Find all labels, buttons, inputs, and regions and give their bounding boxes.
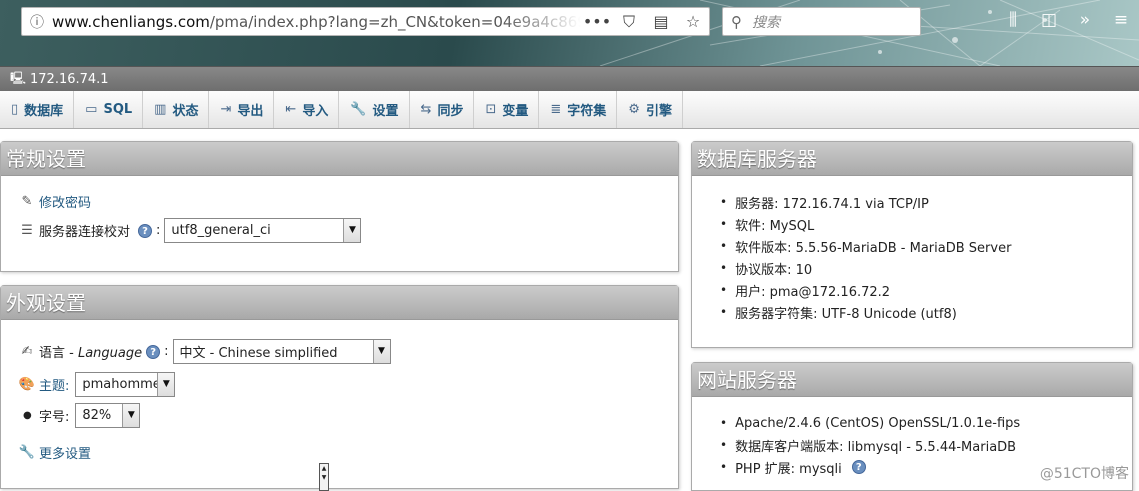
general-settings-panel: 常规设置 ✎ 修改密码 ☰ 服务器连接校对 ? : utf8_general_c… <box>0 141 679 272</box>
database-server-title: 数据库服务器 <box>692 142 1132 176</box>
menu-icon[interactable]: ≡ <box>1103 10 1139 30</box>
address-bar[interactable]: ⓘ www.chenliangs.com/pma/index.php?lang=… <box>21 7 710 36</box>
resize-handle[interactable]: ▲ ▼ <box>319 463 329 491</box>
collation-icon: ☰ <box>21 223 33 238</box>
status-icon: ▥ <box>154 102 167 117</box>
database-icon: ▯ <box>11 102 19 117</box>
list-item: Apache/2.4.6 (CentOS) OpenSSL/1.0.1e-fip… <box>720 412 1020 434</box>
language-select[interactable]: 中文 - Chinese simplified ▼ <box>172 339 391 364</box>
theme-link[interactable]: 主题: <box>39 375 69 394</box>
database-server-info-list: 服务器: 172.16.74.1 via TCP/IP 软件: MySQL 软件… <box>720 191 1011 323</box>
tab-engines[interactable]: ⚙ 引擎 <box>617 91 683 128</box>
watermark: @51CTO博客 <box>1039 466 1129 482</box>
chevron-down-icon: ▼ <box>157 373 175 396</box>
server-breadcrumb: 🖳 172.16.74.1 <box>0 66 1139 91</box>
theme-select[interactable]: pmahomme ▼ <box>75 372 176 397</box>
list-item: 协议版本: 10 <box>720 257 1011 279</box>
tab-charsets[interactable]: ≣ 字符集 <box>539 91 618 128</box>
list-item: 软件: MySQL <box>720 213 1011 235</box>
bullet-icon: ● <box>23 410 32 421</box>
search-icon: ⚲ <box>731 12 742 31</box>
sql-icon: ▭ <box>85 102 98 117</box>
page-icon[interactable]: ▤ <box>645 12 677 31</box>
list-item: 软件版本: 5.5.56-MariaDB - MariaDB Server <box>720 235 1011 257</box>
appearance-settings-title: 外观设置 <box>1 286 678 320</box>
tab-settings[interactable]: 🔧 设置 <box>339 91 410 128</box>
web-server-info-list: Apache/2.4.6 (CentOS) OpenSSL/1.0.1e-fip… <box>720 412 1020 478</box>
help-icon[interactable]: ? <box>138 223 153 238</box>
password-icon: ✎ <box>21 194 33 209</box>
info-icon[interactable]: ⓘ <box>22 12 52 32</box>
library-icon[interactable]: ⫼ <box>995 10 1031 30</box>
collation-label: 服务器连接校对 <box>39 225 131 240</box>
change-password-link[interactable]: 修改密码 <box>39 192 91 211</box>
chevron-down-icon: ▼ <box>372 340 390 363</box>
tab-sql[interactable]: ▭ SQL <box>74 91 144 128</box>
url-text[interactable]: www.chenliangs.com/pma/index.php?lang=zh… <box>52 13 581 31</box>
engine-icon: ⚙ <box>628 102 640 117</box>
pocket-icon[interactable]: ⛉ <box>613 12 645 32</box>
theme-palette-icon: 🎨 <box>18 377 36 392</box>
server-link[interactable]: 172.16.74.1 <box>30 72 109 87</box>
help-icon[interactable]: ? <box>146 344 161 359</box>
more-icon[interactable]: ••• <box>581 12 613 31</box>
export-icon: ⇥ <box>220 102 232 117</box>
bookmark-star-icon[interactable]: ☆ <box>677 12 709 31</box>
list-item: 用户: pma@172.16.72.2 <box>720 279 1011 301</box>
database-server-panel: 数据库服务器 服务器: 172.16.74.1 via TCP/IP 软件: M… <box>691 141 1133 348</box>
font-size-label: 字号: <box>39 410 70 425</box>
help-icon[interactable]: ? <box>851 460 866 474</box>
appearance-settings-panel: 外观设置 ✍ 语言 - Language ? : 中文 - Chinese si… <box>0 285 679 489</box>
language-label: 语言 - Language <box>39 346 143 361</box>
charset-icon: ≣ <box>550 102 562 117</box>
sidebar-icon[interactable]: ◫ <box>1031 10 1067 30</box>
font-size-select[interactable]: 82% ▼ <box>75 403 141 428</box>
variables-icon: ⊡ <box>485 102 497 117</box>
list-item: 数据库客户端版本: libmysql - 5.5.44-MariaDB <box>720 434 1020 456</box>
main-tabs: ▯ 数据库 ▭ SQL ▥ 状态 ⇥ 导出 ⇤ 导入 🔧 设置 ⇆ 同步 ⊡ 变量 ≣ 字符集 ⚙… <box>0 91 1139 129</box>
tab-databases[interactable]: ▯ 数据库 <box>0 91 75 128</box>
tab-export[interactable]: ⇥ 导出 <box>209 91 275 128</box>
more-settings-link[interactable]: 更多设置 <box>39 443 91 462</box>
list-item: 服务器: 172.16.74.1 via TCP/IP <box>720 191 1011 213</box>
chevron-down-icon: ▼ <box>343 219 361 242</box>
browser-toolbar: ⓘ www.chenliangs.com/pma/index.php?lang=… <box>0 0 1139 66</box>
import-icon: ⇤ <box>285 102 297 117</box>
chevron-down-icon: ▼ <box>122 404 140 427</box>
list-item: 服务器字符集: UTF-8 Unicode (utf8) <box>720 301 1011 323</box>
tab-status[interactable]: ▥ 状态 <box>143 91 210 128</box>
tab-import[interactable]: ⇤ 导入 <box>274 91 340 128</box>
list-item: PHP 扩展: mysqli? <box>720 456 1020 478</box>
web-server-title: 网站服务器 <box>692 363 1132 397</box>
overflow-chevron-icon[interactable]: » <box>1067 10 1103 30</box>
wrench-icon: 🔧 <box>350 102 367 117</box>
tab-variables[interactable]: ⊡ 变量 <box>474 91 540 128</box>
tab-sync[interactable]: ⇆ 同步 <box>410 91 475 128</box>
collation-select[interactable]: utf8_general_ci ▼ <box>164 218 362 243</box>
general-settings-title: 常规设置 <box>1 142 678 176</box>
language-icon: ✍ <box>21 344 33 359</box>
server-icon: 🖳 <box>10 70 27 85</box>
wrench-icon: 🔧 <box>18 445 36 460</box>
sync-icon: ⇆ <box>420 102 432 117</box>
search-input[interactable]: ⚲ 搜索 <box>722 7 921 36</box>
